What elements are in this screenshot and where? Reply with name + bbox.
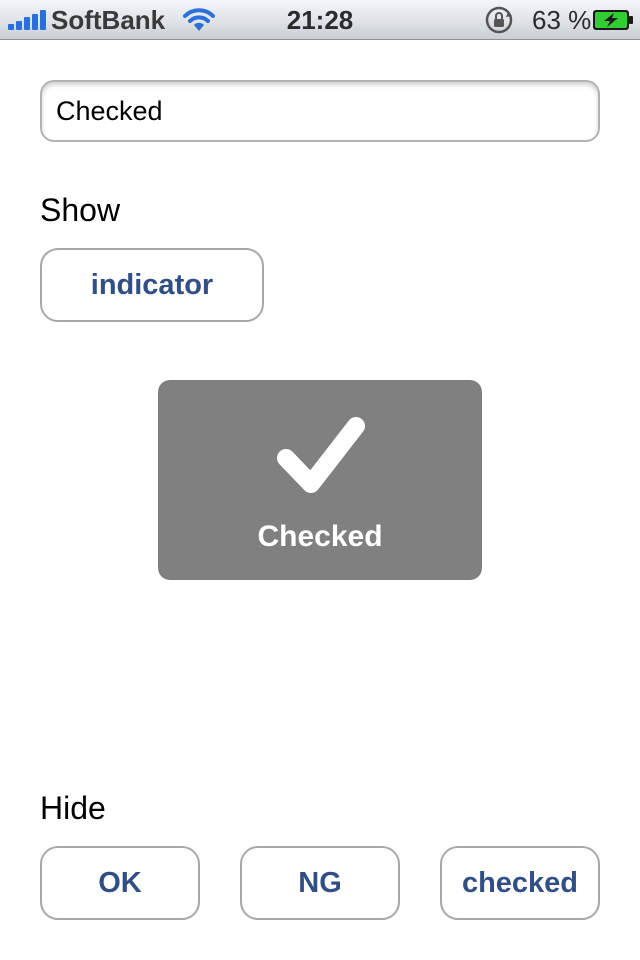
screen: SoftBank 21:28 63 % Show indicator Chec xyxy=(0,0,640,960)
indicator-button[interactable]: indicator xyxy=(40,248,264,322)
battery-percent: 63 % xyxy=(532,5,592,35)
status-bar: SoftBank 21:28 63 % xyxy=(0,0,640,40)
ok-button[interactable]: OK xyxy=(40,846,200,920)
hud-indicator: Checked xyxy=(158,380,482,580)
battery-charging-icon xyxy=(593,10,633,30)
show-label: Show xyxy=(40,192,121,228)
ng-button[interactable]: NG xyxy=(240,846,400,920)
checkmark-icon xyxy=(277,417,365,493)
text-field[interactable] xyxy=(40,80,600,142)
rotation-lock-icon xyxy=(485,6,513,34)
hud-label: Checked xyxy=(257,520,383,553)
hide-label: Hide xyxy=(40,790,106,826)
checked-button[interactable]: checked xyxy=(440,846,600,920)
